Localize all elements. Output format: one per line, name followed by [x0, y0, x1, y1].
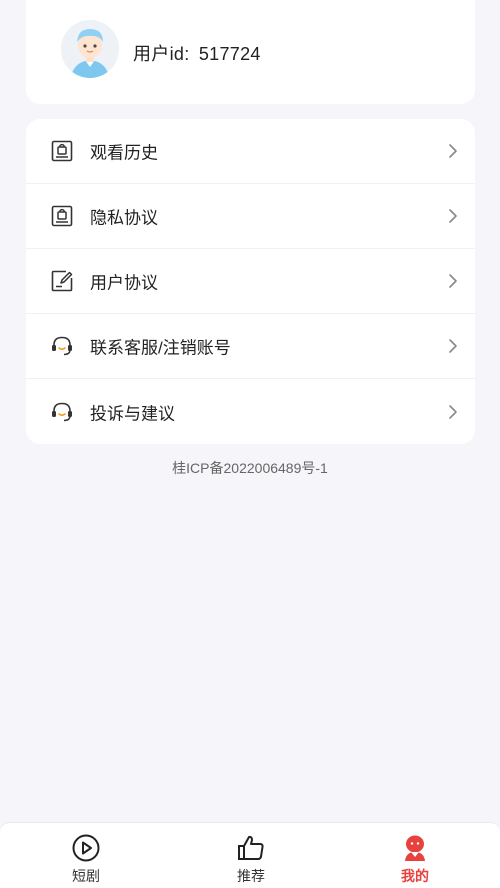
menu-label-contact-service: 联系客服/注销账号: [90, 338, 231, 358]
menu-card: 观看历史 隐私协议 用户协议 联系客服/注销账号 投诉与建议: [26, 119, 475, 444]
avatar[interactable]: [61, 20, 119, 78]
menu-item-privacy[interactable]: 隐私协议: [26, 184, 475, 249]
thumbs-up-icon: [238, 835, 264, 860]
tab-label-mine: 我的: [401, 868, 429, 884]
menu-label-watch-history: 观看历史: [90, 143, 158, 163]
headset-icon: [52, 402, 72, 421]
profile-card: 用户id: 517724: [26, 0, 475, 104]
menu-item-user-agreement[interactable]: 用户协议: [26, 249, 475, 314]
play-circle-icon: [72, 834, 100, 862]
chevron-right-icon: [449, 209, 457, 223]
chevron-right-icon: [449, 144, 457, 158]
menu-label-user-agreement: 用户协议: [90, 273, 158, 293]
user-id-text: 用户id: 517724: [133, 40, 261, 66]
history-icon: [51, 140, 73, 162]
tab-label-short-drama: 短剧: [72, 868, 100, 884]
menu-label-feedback: 投诉与建议: [90, 404, 175, 423]
profile-icon: [405, 835, 425, 861]
agreement-icon: [51, 270, 73, 292]
bottom-tab-bar: 短剧 推荐 我的: [0, 822, 500, 888]
chevron-right-icon: [449, 274, 457, 288]
chevron-right-icon: [449, 404, 457, 419]
headset-icon: [52, 336, 72, 356]
avatar-icon: [61, 20, 119, 78]
tab-recommend[interactable]: 推荐: [211, 823, 291, 888]
user-id-separator: :: [184, 44, 190, 64]
menu-item-contact-service[interactable]: 联系客服/注销账号: [26, 314, 475, 379]
menu-label-privacy: 隐私协议: [90, 208, 158, 228]
chevron-right-icon: [449, 339, 457, 353]
tab-label-recommend: 推荐: [237, 868, 265, 884]
tab-mine[interactable]: 我的: [375, 823, 455, 888]
user-id-label: 用户id: [133, 44, 185, 64]
menu-item-watch-history[interactable]: 观看历史: [26, 119, 475, 184]
menu-item-feedback[interactable]: 投诉与建议: [26, 379, 475, 444]
user-id-value: 517724: [198, 44, 261, 64]
privacy-icon: [51, 205, 73, 227]
icp-record-text: 桂ICP备2022006489号-1: [172, 460, 328, 476]
profile-page: 用户id: 517724 观看历史 隐私协议 用户协议 联系客服/注销账号 投诉…: [0, 0, 500, 888]
tab-short-drama[interactable]: 短剧: [46, 823, 126, 888]
